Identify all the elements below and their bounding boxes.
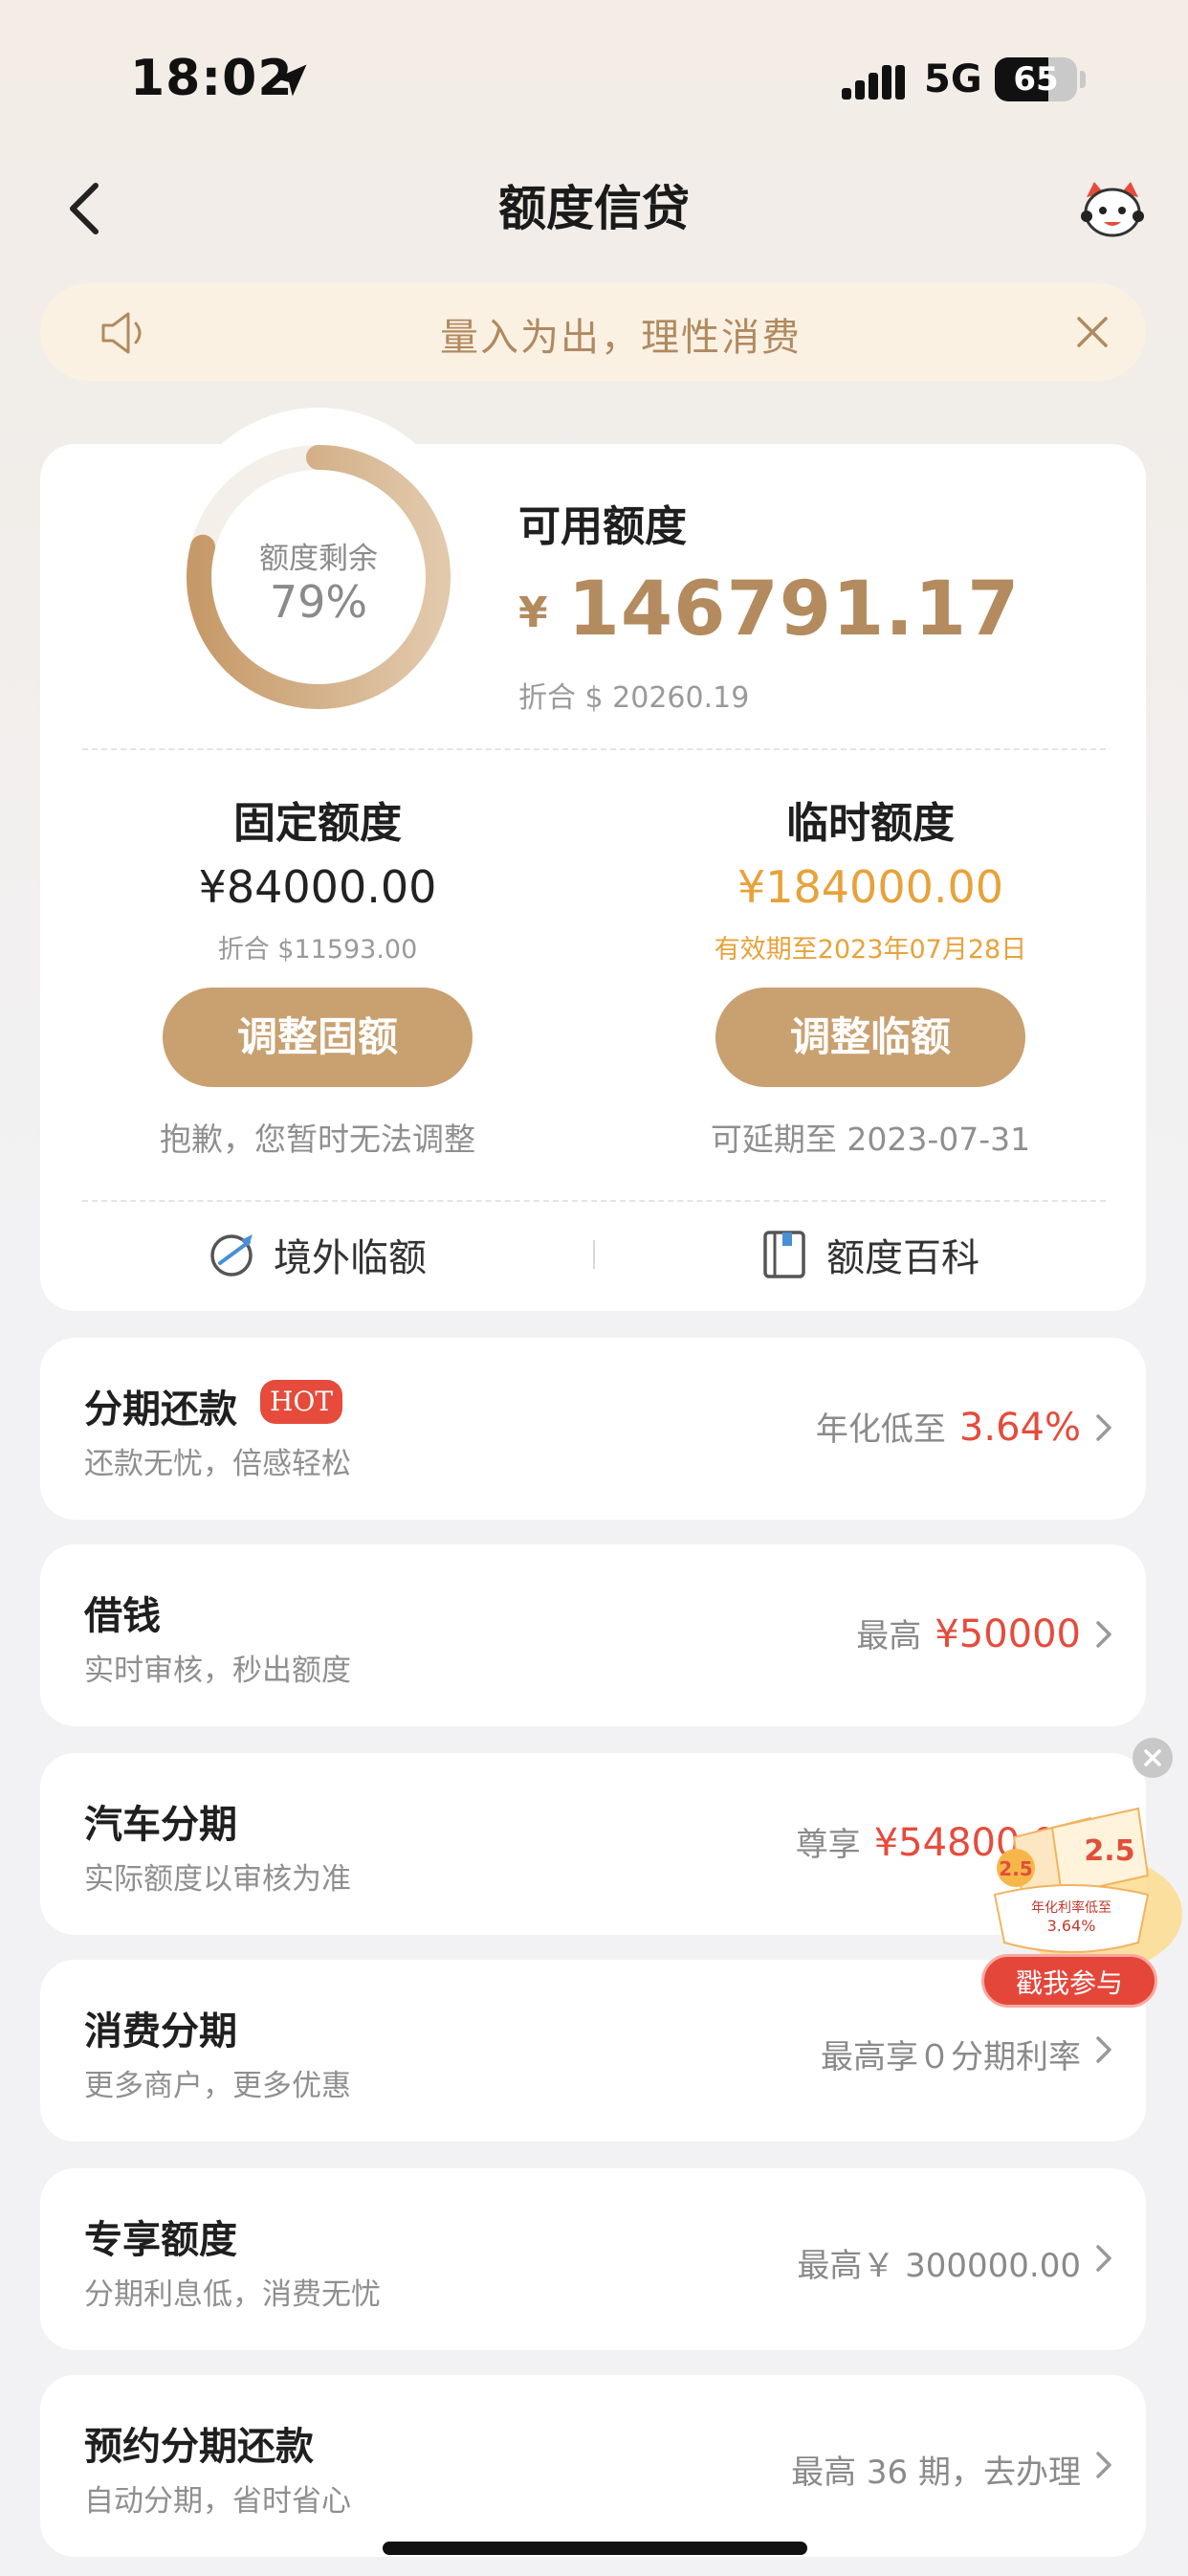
row-subtitle: 实际额度以审核为准	[84, 1862, 351, 1897]
promo-rate-text: 年化利率低至	[1031, 1899, 1111, 1916]
chevron-right-icon	[1096, 2036, 1111, 2063]
page-title: 额度信贷	[498, 181, 690, 236]
row-subtitle: 实时审核，秒出额度	[84, 1654, 351, 1688]
network-type: 5G	[924, 57, 982, 101]
row-subtitle: 还款无忧，倍感轻松	[84, 1447, 351, 1481]
row-subtitle: 自动分期，省时省心	[84, 2484, 351, 2519]
adjust-fixed-button[interactable]: 调整固额	[163, 988, 473, 1087]
available-amount-value: 146791.17	[567, 566, 1021, 653]
row-title: 消费分期	[84, 2010, 237, 2054]
row-title: 预约分期还款	[84, 2425, 314, 2469]
currency-symbol: ¥	[518, 588, 549, 637]
fixed-amount: ¥84000.00	[198, 861, 437, 913]
adjust-temp-button[interactable]: 调整临额	[715, 988, 1025, 1087]
row-title: 汽车分期	[84, 1803, 237, 1847]
row-right-label: 最高	[856, 1617, 922, 1655]
globe-plane-icon[interactable]	[207, 1229, 258, 1280]
ring-percent: 79%	[269, 576, 368, 628]
row-right-value: ¥50000	[935, 1612, 1081, 1656]
fixed-title: 固定额度	[233, 799, 402, 848]
close-icon	[1144, 1749, 1161, 1766]
temp-expiry: 有效期至2023年07月28日	[714, 935, 1027, 965]
row-right-label: 尊享	[795, 1826, 861, 1864]
chevron-right-icon	[1096, 1414, 1111, 1441]
ring-label: 额度剩余	[259, 542, 378, 576]
location-arrow-icon	[275, 64, 307, 97]
status-time: 18:02	[130, 50, 294, 107]
battery-icon: 65	[995, 57, 1077, 101]
row-right-info: 最高￥ 300000.00	[797, 2247, 1081, 2285]
chevron-right-icon	[1096, 2245, 1111, 2272]
hot-badge: HOT	[260, 1380, 342, 1424]
row-right-info: 年化低至 3.64%	[816, 1403, 1081, 1450]
row-title: 借钱	[84, 1594, 161, 1638]
promo-join-button[interactable]: 戳我参与	[981, 1954, 1157, 2008]
promo-close-button[interactable]	[1133, 1738, 1173, 1778]
notice-text: 量入为出，理性消费	[440, 316, 802, 360]
credit-wiki-link[interactable]: 额度百科	[826, 1227, 979, 1282]
row-title: 专享额度	[84, 2218, 237, 2262]
divider	[82, 1200, 1106, 1202]
row-title: 分期还款	[84, 1388, 237, 1432]
row-subtitle: 更多商户，更多优惠	[84, 2069, 351, 2103]
row-right-info: 最高 36 期，去办理	[791, 2454, 1081, 2492]
close-icon[interactable]	[1073, 313, 1111, 351]
promo-rate-badge-2: 2.5	[1084, 1834, 1134, 1868]
row-right-info: 最高享０分期利率	[821, 2038, 1081, 2076]
battery-tip	[1080, 71, 1086, 88]
overseas-temp-link[interactable]: 境外临额	[274, 1227, 427, 1282]
available-amount: ¥146791.17	[518, 566, 1020, 653]
fixed-usd: 折合 $11593.00	[217, 935, 418, 965]
row-right-label: 年化低至	[815, 1410, 946, 1449]
signal-icon	[842, 65, 905, 100]
divider	[82, 748, 1106, 750]
home-indicator	[383, 2542, 807, 2555]
temp-amount: ¥184000.00	[737, 861, 1004, 913]
temp-title: 临时额度	[786, 799, 955, 848]
row-right-info: 最高 ¥50000	[856, 1610, 1081, 1656]
promo-rate-value: 3.64%	[1047, 1917, 1096, 1935]
battery-level: 65	[1013, 60, 1059, 99]
vertical-separator	[593, 1240, 595, 1269]
row-right-value: 3.64%	[958, 1406, 1081, 1450]
promo-rate-badge: 2.5	[999, 1857, 1032, 1880]
book-icon[interactable]	[759, 1229, 811, 1280]
chevron-right-icon	[1096, 2452, 1111, 2478]
available-label: 可用额度	[518, 502, 687, 551]
available-usd: 折合 $ 20260.19	[518, 681, 750, 715]
fixed-note: 抱歉，您暂时无法调整	[160, 1121, 475, 1158]
mascot-avatar-icon[interactable]	[1079, 178, 1146, 239]
row-subtitle: 分期利息低，消费无忧	[84, 2277, 381, 2312]
chevron-right-icon	[1096, 1621, 1111, 1648]
temp-note: 可延期至 2023-07-31	[710, 1121, 1031, 1158]
